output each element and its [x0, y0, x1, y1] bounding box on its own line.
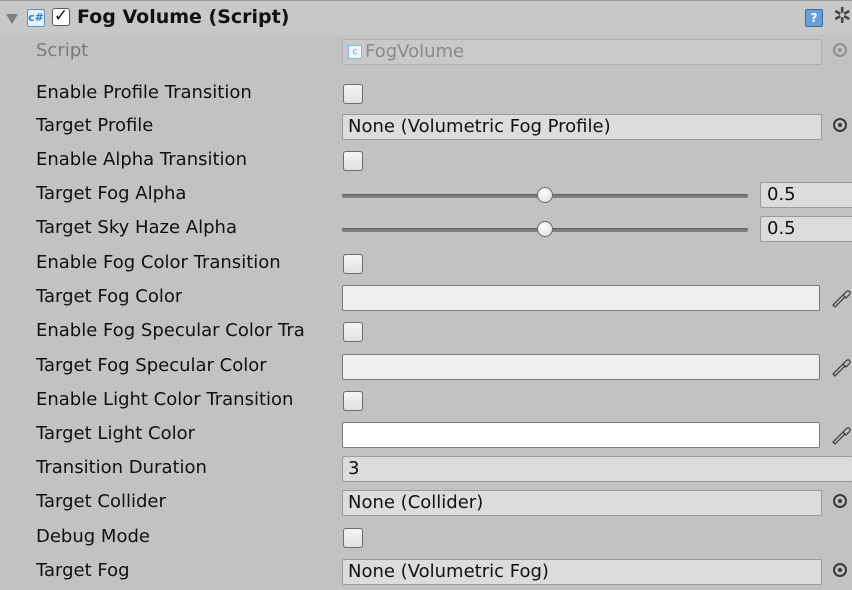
component-header[interactable]: c# ✓ Fog Volume (Script) ? ✲ — [0, 1, 852, 35]
target-collider-field[interactable]: None (Collider) — [342, 490, 822, 516]
target-fog-color-swatch[interactable] — [342, 285, 820, 311]
enable-fog-specular-color-transition-row: Enable Fog Specular Color Tra — [0, 315, 852, 349]
enable-alpha-transition-checkbox[interactable] — [343, 151, 363, 171]
target-fog-specular-color-row: Target Fog Specular Color — [0, 350, 852, 384]
target-profile-field[interactable]: None (Volumetric Fog Profile) — [342, 114, 822, 140]
script-label: Script — [36, 40, 89, 61]
target-fog-alpha-slider-thumb[interactable] — [537, 187, 553, 203]
target-fog-color-label: Target Fog Color — [36, 286, 183, 307]
enable-fog-color-transition-checkbox[interactable] — [343, 254, 363, 274]
csharp-script-icon: c# — [27, 9, 45, 27]
target-collider-label: Target Collider — [36, 491, 166, 512]
eyedropper-icon[interactable] — [830, 356, 852, 378]
foldout-arrow-icon[interactable] — [6, 14, 18, 24]
enable-fog-specular-color-transition-label: Enable Fog Specular Color Tra — [36, 320, 305, 341]
enable-alpha-transition-label: Enable Alpha Transition — [36, 149, 247, 170]
script-field: c FogVolume — [342, 39, 822, 65]
target-sky-haze-alpha-input[interactable]: 0.5 — [760, 216, 852, 242]
target-sky-haze-alpha-label: Target Sky Haze Alpha — [36, 217, 237, 238]
target-profile-row: Target Profile None (Volumetric Fog Prof… — [0, 110, 852, 144]
object-picker-icon[interactable] — [833, 118, 847, 132]
target-fog-specular-color-label: Target Fog Specular Color — [36, 355, 267, 376]
csharp-script-icon: c — [348, 45, 362, 59]
object-picker-icon[interactable] — [833, 563, 847, 577]
target-fog-color-row: Target Fog Color — [0, 281, 852, 315]
target-collider-row: Target Collider None (Collider) — [0, 486, 852, 520]
enable-profile-transition-row: Enable Profile Transition — [0, 77, 852, 111]
enable-profile-transition-label: Enable Profile Transition — [36, 82, 252, 103]
target-light-color-label: Target Light Color — [36, 423, 196, 444]
target-light-color-swatch[interactable] — [342, 422, 820, 448]
script-value: FogVolume — [365, 41, 465, 62]
target-light-color-row: Target Light Color — [0, 418, 852, 452]
transition-duration-row: Transition Duration 3 — [0, 452, 852, 486]
gear-icon[interactable]: ✲ — [833, 4, 851, 30]
target-profile-label: Target Profile — [36, 115, 154, 136]
object-picker-icon — [833, 43, 847, 57]
help-book-icon[interactable]: ? — [805, 9, 823, 27]
enable-light-color-transition-row: Enable Light Color Transition — [0, 384, 852, 418]
target-fog-field[interactable]: None (Volumetric Fog) — [342, 559, 822, 585]
enable-fog-color-transition-row: Enable Fog Color Transition — [0, 247, 852, 281]
enable-light-color-transition-label: Enable Light Color Transition — [36, 389, 294, 410]
enable-fog-specular-color-transition-checkbox[interactable] — [343, 322, 363, 342]
script-row: Script c FogVolume — [0, 35, 852, 69]
transition-duration-input[interactable]: 3 — [342, 456, 852, 482]
target-sky-haze-alpha-slider-thumb[interactable] — [537, 221, 553, 237]
component-enabled-checkbox[interactable]: ✓ — [52, 8, 70, 26]
target-fog-alpha-row: Target Fog Alpha 0.5 — [0, 178, 852, 212]
eyedropper-icon[interactable] — [830, 287, 852, 309]
enable-light-color-transition-checkbox[interactable] — [343, 391, 363, 411]
eyedropper-icon[interactable] — [830, 424, 852, 446]
enable-alpha-transition-row: Enable Alpha Transition — [0, 144, 852, 178]
target-fog-row: Target Fog None (Volumetric Fog) — [0, 555, 852, 589]
enable-profile-transition-checkbox[interactable] — [343, 84, 363, 104]
target-fog-alpha-input[interactable]: 0.5 — [760, 182, 852, 208]
transition-duration-label: Transition Duration — [36, 457, 207, 478]
target-sky-haze-alpha-row: Target Sky Haze Alpha 0.5 — [0, 212, 852, 246]
target-fog-alpha-label: Target Fog Alpha — [36, 183, 187, 204]
enable-fog-color-transition-label: Enable Fog Color Transition — [36, 252, 281, 273]
debug-mode-row: Debug Mode — [0, 521, 852, 555]
object-picker-icon[interactable] — [833, 494, 847, 508]
debug-mode-checkbox[interactable] — [343, 528, 363, 548]
target-fog-label: Target Fog — [36, 560, 130, 581]
debug-mode-label: Debug Mode — [36, 526, 150, 547]
component-title: Fog Volume (Script) — [77, 6, 290, 28]
target-fog-specular-color-swatch[interactable] — [342, 354, 820, 380]
